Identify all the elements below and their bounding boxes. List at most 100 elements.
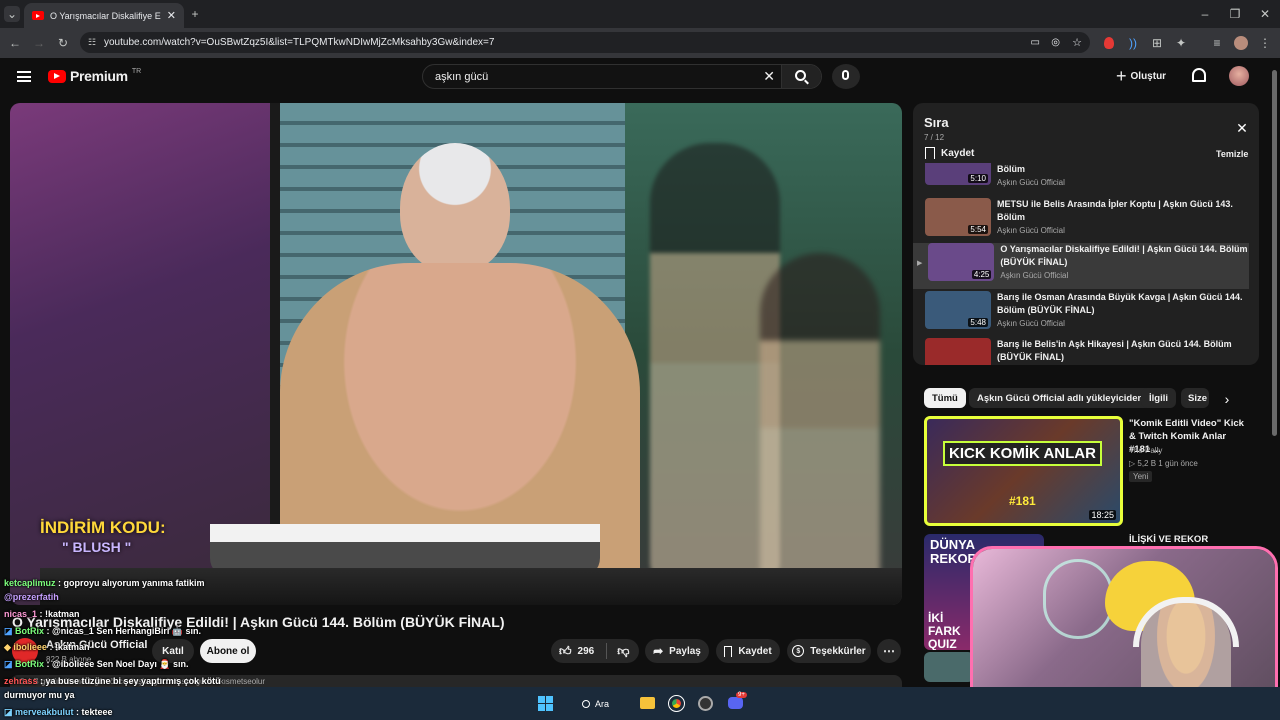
search-button[interactable]	[781, 65, 821, 88]
extension-voice-icon[interactable]: ))	[1126, 35, 1140, 51]
queue-item-title: O Yarışmacılar Diskalifiye Edildi! | Aşk…	[1000, 244, 1248, 267]
search-input[interactable]: aşkın gücü ✕	[422, 64, 822, 89]
app-icon[interactable]	[698, 696, 713, 711]
url-field[interactable]: ☷ youtube.com/watch?v=OuSBwtZqz5I&list=T…	[80, 32, 1090, 53]
chip-for-you[interactable]: Size	[1181, 388, 1209, 408]
voice-search-button[interactable]	[832, 64, 860, 89]
chat-message: ◪ BotRix : @nicas_1 Sen HerhangiBiri 🤖 s…	[4, 626, 201, 637]
tab-close-icon[interactable]: ✕	[167, 9, 176, 22]
browser-menu-icon[interactable]: ⋮	[1258, 35, 1272, 51]
dislike-thumb-icon[interactable]: 👎︎	[617, 644, 629, 659]
minimize-icon[interactable]: –	[1196, 6, 1214, 22]
like-count[interactable]: 296	[578, 646, 595, 657]
like-thumb-icon[interactable]: 👍︎	[559, 644, 572, 659]
recommendation-thumbnail[interactable]: KICK KOMİK ANLAR #181 18:25	[924, 416, 1123, 526]
reading-list-icon[interactable]: ≡	[1210, 35, 1224, 51]
extensions-puzzle-icon[interactable]: ✦	[1174, 35, 1188, 51]
chip-all[interactable]: Tümü	[924, 388, 966, 408]
queue-save-button[interactable]: Kaydet	[925, 147, 974, 159]
recommendation-duration: 18:25	[1089, 510, 1116, 520]
queue-thumbnail: 4:25	[928, 243, 995, 281]
extension-grid-icon[interactable]: ⊞	[1150, 35, 1164, 51]
queue-clear-button[interactable]: Temizle	[1216, 149, 1248, 159]
file-explorer-icon[interactable]	[640, 697, 655, 709]
youtube-logo[interactable]: Premium TR	[48, 68, 141, 84]
chat-user: merveakbulut	[15, 707, 74, 717]
more-actions-button[interactable]: ⋯	[877, 639, 901, 663]
neon-sign	[1043, 559, 1113, 639]
taskbar-search-button[interactable]: Ara	[568, 695, 624, 713]
like-dislike-group: 👍︎ 296 👎︎	[551, 639, 639, 663]
queue-item-title: Barış ile Osman Arasında Büyük Kavga | A…	[997, 292, 1243, 315]
create-button[interactable]: + Oluştur	[1116, 64, 1166, 89]
cast-icon[interactable]: ▭	[1031, 37, 1040, 48]
user-badge-icon: ◪	[4, 707, 16, 717]
host-figure	[400, 143, 510, 273]
extension-red-icon[interactable]	[1104, 37, 1114, 49]
user-badge-icon: ◆	[4, 642, 14, 652]
more-dots-icon: ⋯	[883, 644, 895, 658]
hamburger-menu-icon[interactable]	[17, 71, 31, 82]
tab-title: O Yarışmacılar Diskalifiye Edildi	[50, 10, 161, 21]
flower-table	[210, 488, 600, 578]
chat-message: ◪ BotRix : @ibolieee Sen Noel Dayı 🎅 sın…	[4, 659, 189, 670]
browser-tab-bar: ⌄ O Yarışmacılar Diskalifiye Edildi ✕ + …	[0, 0, 1280, 28]
new-badge: Yeni	[1129, 471, 1153, 482]
eye-off-icon[interactable]: ◎	[1051, 37, 1060, 48]
queue-duration: 5:10	[968, 174, 988, 183]
thanks-button[interactable]: $ Teşekkürler	[787, 639, 871, 663]
bookmark-star-icon[interactable]: ☆	[1072, 36, 1082, 49]
notifications-bell-icon[interactable]	[1192, 68, 1206, 82]
recommendation-title-2[interactable]: İLİŞKİ VE REKOR	[1129, 534, 1208, 545]
queue-item[interactable]: 5:48 Barış ile Osman Arasında Büyük Kavg…	[925, 291, 1247, 337]
windows-taskbar: Ara 9+	[0, 687, 1280, 720]
queue-item[interactable]: Barış ile Belis'in Aşk Hikayesi | Aşkın …	[925, 338, 1247, 365]
super-thanks-icon: $	[792, 645, 805, 657]
video-player[interactable]: İNDİRİM KODU: " BLUSH "	[10, 103, 902, 605]
browser-tab[interactable]: O Yarışmacılar Diskalifiye Edildi ✕	[24, 3, 184, 28]
queue-item[interactable]: 5:10 Bölüm Aşkın Gücü Official	[925, 163, 1247, 193]
site-info-icon[interactable]: ☷	[88, 37, 96, 48]
queue-position: 7 / 12	[924, 133, 945, 142]
chat-message: ◆ ibolieee : !katman	[4, 642, 89, 653]
forward-arrow-icon[interactable]: →	[32, 35, 46, 51]
thumbnail-2-text-b: İKİ FARK QUIZ	[928, 611, 961, 651]
queue-thumbnail	[925, 338, 991, 365]
restore-icon[interactable]: ❐	[1226, 6, 1244, 22]
chip-from-uploader[interactable]: Aşkın Gücü Official adlı yükleyiciden	[969, 388, 1152, 408]
chat-message: ◪ merveakbulut : tekteee	[4, 707, 113, 718]
recommendation-channel[interactable]: The Pally	[1129, 446, 1162, 455]
save-button[interactable]: Kaydet	[716, 639, 780, 663]
start-windows-icon[interactable]	[538, 696, 553, 711]
queue-duration: 4:25	[971, 270, 992, 279]
chip-related[interactable]: İlgili	[1141, 388, 1176, 408]
address-toolbar: ← → ↻ ☷ youtube.com/watch?v=OuSBwtZqz5I&…	[0, 28, 1280, 58]
chat-message: nicas_1 : !katman	[4, 609, 80, 619]
page-scrollbar[interactable]	[1272, 70, 1277, 436]
back-arrow-icon[interactable]: ←	[8, 35, 22, 51]
clear-search-icon[interactable]: ✕	[763, 68, 775, 85]
queue-item-title: METSU ile Belis Arasında İpler Koptu | A…	[997, 199, 1233, 222]
chrome-icon[interactable]	[668, 695, 685, 712]
chat-text: : !katman	[37, 609, 80, 619]
discord-icon[interactable]	[728, 697, 743, 709]
tab-list-chevron-icon[interactable]: ⌄	[4, 6, 20, 22]
subscribe-button[interactable]: Abone ol	[200, 639, 256, 663]
profile-avatar-icon[interactable]	[1234, 36, 1248, 50]
chips-next-chevron-icon[interactable]: ›	[1219, 391, 1235, 407]
chat-text: : goproyu alıyorum yanıma fatikim	[55, 578, 205, 588]
share-button[interactable]: ➦ Paylaş	[645, 639, 709, 663]
recommendation-thumbnail-3[interactable]	[924, 652, 974, 682]
queue-item-current[interactable]: ▶ 4:25 O Yarışmacılar Diskalifiye Edildi…	[913, 243, 1249, 289]
chat-user: BotRix	[15, 659, 45, 669]
queue-close-icon[interactable]: ✕	[1235, 120, 1249, 136]
recommendation-meta: ▷ 5,2 B 1 gün önce	[1129, 459, 1198, 468]
chat-message: durmuyor mu ya	[4, 690, 75, 700]
reload-icon[interactable]: ↻	[56, 35, 70, 51]
account-avatar[interactable]	[1229, 66, 1249, 86]
thanks-label: Teşekkürler	[810, 645, 866, 657]
window-close-icon[interactable]: ✕	[1256, 6, 1274, 22]
queue-item[interactable]: 5:54 METSU ile Belis Arasında İpler Kopt…	[925, 198, 1247, 244]
taskbar-search-icon	[582, 700, 590, 708]
new-tab-plus-icon[interactable]: +	[188, 6, 202, 22]
